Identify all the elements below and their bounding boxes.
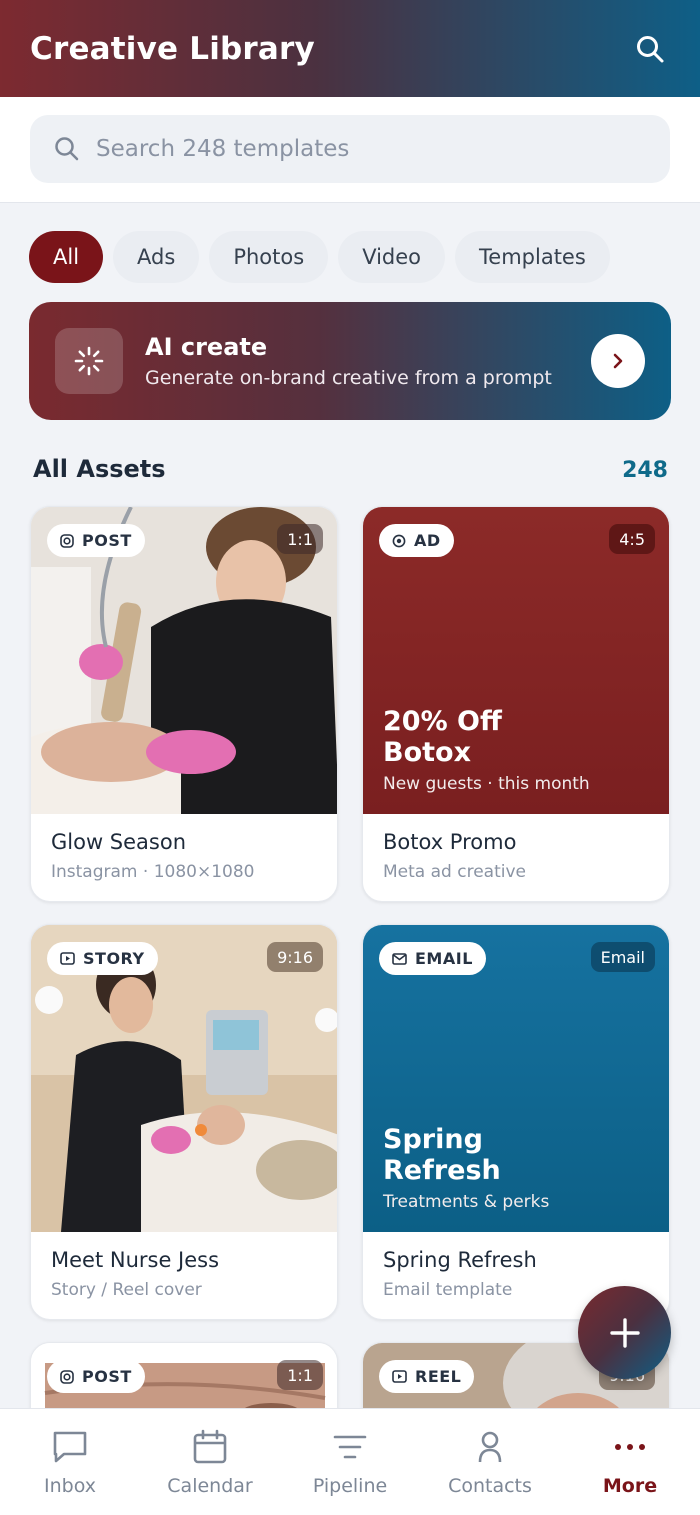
promo-tagline: Treatments & perks [383, 1192, 550, 1212]
nav-contacts[interactable]: Contacts [420, 1409, 560, 1515]
nav-label: Calendar [167, 1475, 253, 1497]
nav-label: Contacts [448, 1475, 532, 1497]
ai-create-banner[interactable]: AI create Generate on-brand creative fro… [29, 302, 671, 420]
type-badge: POST [47, 524, 145, 557]
ai-subtitle: Generate on-brand creative from a prompt [145, 367, 552, 389]
promo-headline: Spring Refresh [383, 1124, 501, 1186]
type-badge: REEL [379, 1360, 475, 1393]
target-icon [392, 534, 406, 547]
chip-ads[interactable]: Ads [113, 231, 200, 283]
section-title: All Assets [33, 455, 166, 483]
header-search-button[interactable] [630, 29, 670, 69]
card-subtitle: Story / Reel cover [51, 1280, 202, 1300]
funnel-icon [333, 1435, 367, 1459]
card-title: Botox Promo [383, 830, 517, 854]
card-title: Glow Season [51, 830, 187, 854]
promo-tagline: New guests · this month [383, 774, 590, 794]
aspect-ratio-badge: 1:1 [277, 1360, 323, 1390]
chip-photos[interactable]: Photos [209, 231, 329, 283]
search-strip: Search 248 templates [0, 97, 700, 203]
add-asset-button[interactable] [578, 1286, 671, 1379]
card-title: Spring Refresh [383, 1248, 537, 1272]
bottom-nav: Inbox Calendar Pipeline Contacts More [0, 1408, 700, 1515]
card-info: Meet Nurse Jess Story / Reel cover [31, 1232, 337, 1319]
search-icon [55, 137, 79, 161]
sparkle-icon [74, 346, 104, 376]
chat-bubble-icon [53, 1431, 87, 1463]
promo-text: Spring Refresh Treatments & perks [383, 1124, 549, 1212]
type-badge: EMAIL [379, 942, 486, 975]
card-info: Botox Promo Meta ad creative [363, 814, 669, 901]
play-icon [392, 1370, 407, 1383]
search-icon [637, 35, 664, 62]
person-icon [478, 1431, 502, 1463]
format-badge: Email [590, 942, 655, 972]
dots-icon [615, 1444, 645, 1450]
card-thumbnail: EMAIL Email Spring Refresh Treatments & … [363, 925, 669, 1232]
nav-inbox[interactable]: Inbox [0, 1409, 140, 1515]
promo-text: 20% Off Botox New guests · this month [383, 706, 590, 794]
asset-card[interactable]: AD 4:5 20% Off Botox New guests · this m… [362, 506, 670, 902]
instagram-icon [60, 1369, 74, 1384]
ai-text: AI create Generate on-brand creative fro… [145, 333, 591, 389]
chevron-right-icon [613, 353, 623, 369]
chip-templates[interactable]: Templates [455, 231, 610, 283]
type-badge: POST [47, 1360, 145, 1393]
badge-label: AD [414, 531, 441, 550]
card-subtitle: Meta ad creative [383, 862, 526, 882]
aspect-ratio-badge: 4:5 [609, 524, 655, 554]
card-thumbnail: STORY 9:16 [31, 925, 337, 1232]
asset-count: 248 [622, 458, 668, 483]
instagram-icon [60, 533, 74, 548]
play-icon [60, 952, 75, 965]
calendar-icon [193, 1429, 227, 1464]
plus-icon [609, 1317, 640, 1348]
card-thumbnail: AD 4:5 20% Off Botox New guests · this m… [363, 507, 669, 814]
page-title: Creative Library [30, 30, 315, 67]
card-subtitle: Instagram · 1080×1080 [51, 862, 255, 882]
chip-video[interactable]: Video [338, 231, 446, 283]
type-badge: STORY [47, 942, 158, 975]
badge-label: POST [82, 531, 132, 550]
aspect-ratio-badge: 1:1 [277, 524, 323, 554]
badge-label: REEL [415, 1367, 462, 1386]
asset-card[interactable]: POST 1:1 Glow Season Instagram · 1080×10… [30, 506, 338, 902]
mail-icon [392, 952, 407, 965]
nav-calendar[interactable]: Calendar [140, 1409, 280, 1515]
promo-headline: 20% Off Botox [383, 706, 502, 768]
filter-chips: All Ads Photos Video Templates [29, 231, 610, 283]
nav-label: Inbox [44, 1475, 96, 1497]
asset-card[interactable]: EMAIL Email Spring Refresh Treatments & … [362, 924, 670, 1320]
card-thumbnail: POST 1:1 [31, 507, 337, 814]
asset-card[interactable]: STORY 9:16 Meet Nurse Jess Story / Reel … [30, 924, 338, 1320]
search-input[interactable]: Search 248 templates [30, 115, 670, 183]
card-info: Glow Season Instagram · 1080×1080 [31, 814, 337, 901]
nav-label: Pipeline [312, 1475, 388, 1497]
card-title: Meet Nurse Jess [51, 1248, 220, 1272]
chip-all[interactable]: All [29, 231, 104, 283]
nav-pipeline[interactable]: Pipeline [280, 1409, 420, 1515]
app-header: Creative Library [0, 0, 700, 97]
badge-label: EMAIL [415, 949, 473, 968]
ai-arrow-button[interactable] [591, 334, 645, 388]
nav-label: More [602, 1475, 658, 1497]
badge-label: STORY [83, 949, 145, 968]
aspect-ratio-badge: 9:16 [267, 942, 323, 972]
search-placeholder: Search 248 templates [96, 136, 350, 162]
nav-more[interactable]: More [560, 1409, 700, 1515]
type-badge: AD [379, 524, 454, 557]
badge-label: POST [82, 1367, 132, 1386]
ai-icon-box [55, 328, 123, 394]
ai-title: AI create [145, 333, 268, 361]
